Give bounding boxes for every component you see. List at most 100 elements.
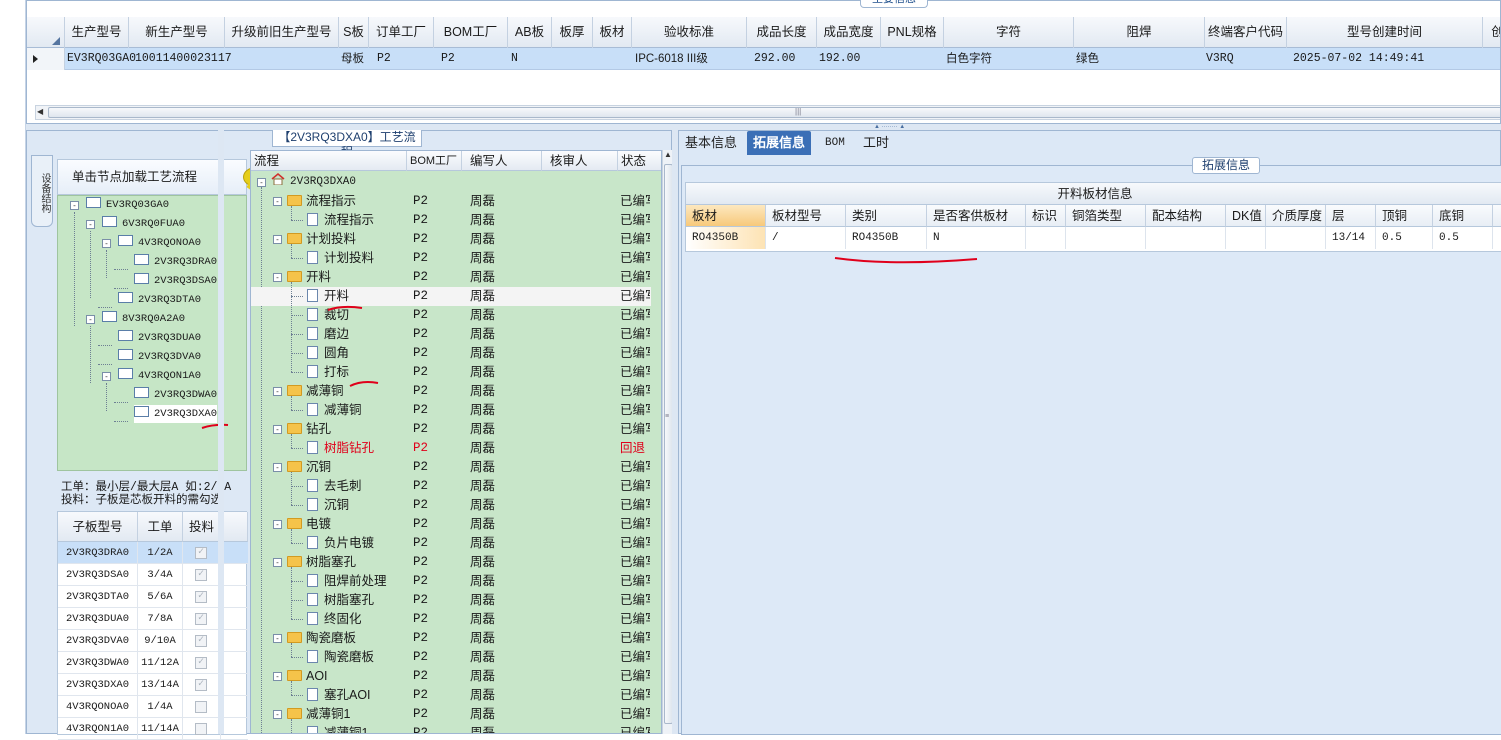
mat-col-customer-supplied[interactable]: 是否客供板材 — [927, 205, 1026, 227]
scroll-up-icon[interactable]: ▲ — [664, 150, 672, 159]
mat-col-foil[interactable]: 铜箔类型 — [1066, 205, 1146, 227]
mat-cell-customer-supplied[interactable]: N — [927, 227, 1026, 249]
flow-group-row[interactable]: - AOI P2 周磊 已编写 — [251, 667, 651, 686]
flow-step-row[interactable]: 圆角 P2 周磊 已编写 — [251, 344, 651, 363]
col-order-factory[interactable]: 订单工厂 — [369, 17, 434, 48]
flow-col-reviewer[interactable]: 核审人 — [542, 151, 618, 171]
flow-step-row[interactable]: 陶瓷磨板 P2 周磊 已编写 — [251, 648, 651, 667]
mat-cell-bottom-copper[interactable]: 0.5 — [1433, 227, 1493, 249]
flow-step-row[interactable]: 去毛刺 P2 周磊 已编写 — [251, 477, 651, 496]
flow-root-row[interactable]: - 2V3RQ3DXA0 — [251, 173, 651, 192]
tab-bom[interactable]: BOM — [819, 131, 851, 155]
flow-step-row[interactable]: 终固化 P2 周磊 已编写 — [251, 610, 651, 629]
col-length[interactable]: 成品长度 — [747, 17, 817, 48]
mat-col-top-copper[interactable]: 顶铜 — [1376, 205, 1433, 227]
col-pnl[interactable]: PNL规格 — [881, 17, 944, 48]
mat-col-bottom-copper[interactable]: 底铜 — [1433, 205, 1493, 227]
collapse-icon[interactable]: - — [273, 672, 282, 681]
flow-step-row[interactable]: 负片电镀 P2 周磊 已编写 — [251, 534, 651, 553]
mat-cell-category[interactable]: RO4350B — [846, 227, 927, 249]
flow-col-process[interactable]: 流程 — [251, 151, 407, 171]
mat-cell-mark[interactable] — [1026, 227, 1066, 249]
col-thickness[interactable]: 板厚 — [552, 17, 593, 48]
mat-col-board[interactable]: 板材 — [686, 205, 766, 227]
mat-col-dielectric[interactable]: 介质厚度 — [1266, 205, 1326, 227]
flow-group-row[interactable]: - 开料 P2 周磊 已编写 — [251, 268, 651, 287]
flow-step-row[interactable]: 阻焊前处理 P2 周磊 已编写 — [251, 572, 651, 591]
mat-cell-board[interactable]: RO4350B — [686, 227, 766, 249]
mat-col-category[interactable]: 类别 — [846, 205, 927, 227]
flow-step-row[interactable]: 树脂钻孔 P2 周磊 回退 — [251, 439, 651, 458]
scroll-left-icon[interactable]: ◀ — [37, 107, 43, 116]
flow-col-writer[interactable]: 编写人 — [462, 151, 542, 171]
flow-group-row[interactable]: - 钻孔 P2 周磊 已编写 — [251, 420, 651, 439]
mat-cell-model[interactable]: / — [766, 227, 846, 249]
flow-step-row[interactable]: 裁切P2周磊已编写 — [251, 306, 651, 325]
flow-writer: 周磊 — [470, 365, 496, 379]
flow-step-row[interactable]: 流程指示 P2 周磊 已编写 — [251, 211, 651, 230]
flow-group-row[interactable]: - 减薄铜 P2 周磊 已编写 — [251, 382, 651, 401]
collapse-icon[interactable]: - — [273, 197, 282, 206]
flow-group-row[interactable]: - 流程指示 P2 周磊 已编写 — [251, 192, 651, 211]
flow-step-row[interactable]: 减薄铜 P2 周磊 已编写 — [251, 401, 651, 420]
flow-step-row[interactable]: 计划投料 P2 周磊 已编写 — [251, 249, 651, 268]
mat-col-mark[interactable]: 标识 — [1026, 205, 1066, 227]
col-more[interactable]: 创 — [1483, 17, 1500, 48]
mat-col-structure[interactable]: 配本结构 — [1146, 205, 1226, 227]
col-standard[interactable]: 验收标准 — [632, 17, 747, 48]
collapse-icon[interactable]: - — [273, 387, 282, 396]
flow-step-row[interactable]: 打标 P2 周磊 已编写 — [251, 363, 651, 382]
mat-cell-top-copper[interactable]: 0.5 — [1376, 227, 1433, 249]
mat-col-model[interactable]: 板材型号 — [766, 205, 846, 227]
tab-extended-info[interactable]: 拓展信息 — [747, 131, 812, 155]
tab-basic-info[interactable]: 基本信息 — [679, 131, 743, 155]
main-grid-hscrollbar[interactable]: ◀ ||| — [35, 105, 1500, 120]
col-char[interactable]: 字符 — [944, 17, 1074, 48]
collapse-icon[interactable]: - — [273, 520, 282, 529]
col-width[interactable]: 成品宽度 — [817, 17, 881, 48]
collapse-icon[interactable]: - — [257, 178, 266, 187]
col-created[interactable]: 型号创建时间 — [1287, 17, 1483, 48]
flow-step-row[interactable]: 磨边 P2 周磊 已编写 — [251, 325, 651, 344]
mat-cell-dielectric[interactable] — [1266, 227, 1326, 249]
col-ab-board[interactable]: AB板 — [508, 17, 552, 48]
flow-group-row[interactable]: - 计划投料 P2 周磊 已编写 — [251, 230, 651, 249]
flow-col-status[interactable]: 状态 — [618, 151, 661, 171]
main-info-row[interactable]: EV3RQ03GA0 10011400023117 母板 P2 P2 N IPC… — [27, 48, 1500, 70]
flow-group-row[interactable]: - 电镀 P2 周磊 已编写 — [251, 515, 651, 534]
col-customer[interactable]: 终端客户代码 — [1205, 17, 1287, 48]
collapse-icon[interactable]: - — [273, 235, 282, 244]
col-solder[interactable]: 阻焊 — [1074, 17, 1205, 48]
col-new-model[interactable]: 新生产型号 — [129, 17, 225, 48]
col-bom-factory[interactable]: BOM工厂 — [434, 17, 508, 48]
collapse-icon[interactable]: - — [273, 425, 282, 434]
col-material[interactable]: 板材 — [593, 17, 632, 48]
hscroll-thumb[interactable]: ||| — [48, 107, 1500, 118]
flow-step-row[interactable]: 减薄铜1 P2 周磊 已编写 — [251, 724, 651, 733]
collapse-icon[interactable]: - — [273, 463, 282, 472]
flow-col-bom[interactable]: BOM工厂 — [407, 151, 462, 171]
flow-writer: 周磊 — [470, 612, 496, 626]
col-old-model[interactable]: 升级前旧生产型号 — [225, 17, 339, 48]
mat-cell-structure[interactable] — [1146, 227, 1226, 249]
col-production-model[interactable]: 生产型号 — [65, 17, 129, 48]
mat-cell-foil[interactable] — [1066, 227, 1146, 249]
flow-step-row[interactable]: 沉铜 P2 周磊 已编写 — [251, 496, 651, 515]
collapse-icon[interactable]: - — [273, 273, 282, 282]
collapse-icon[interactable]: - — [273, 634, 282, 643]
mat-col-dk[interactable]: DK值 — [1226, 205, 1266, 227]
col-s-board[interactable]: S板 — [339, 17, 369, 48]
collapse-icon[interactable]: - — [273, 710, 282, 719]
collapse-icon[interactable]: - — [273, 558, 282, 567]
flow-step-row[interactable]: 塞孔AOI P2 周磊 已编写 — [251, 686, 651, 705]
tab-work-hours[interactable]: 工时 — [857, 131, 895, 155]
flow-group-row[interactable]: - 沉铜 P2 周磊 已编写 — [251, 458, 651, 477]
mat-cell-dk[interactable] — [1226, 227, 1266, 249]
flow-step-row[interactable]: 树脂塞孔 P2 周磊 已编写 — [251, 591, 651, 610]
flow-step-row[interactable]: 开料 P2 周磊 已编写 — [251, 287, 651, 306]
mat-col-layer[interactable]: 层 — [1326, 205, 1376, 227]
flow-group-row[interactable]: - 陶瓷磨板 P2 周磊 已编写 — [251, 629, 651, 648]
flow-group-row[interactable]: - 树脂塞孔 P2 周磊 已编写 — [251, 553, 651, 572]
flow-group-row[interactable]: - 减薄铜1 P2 周磊 已编写 — [251, 705, 651, 724]
mat-cell-layer[interactable]: 13/14 — [1326, 227, 1376, 249]
